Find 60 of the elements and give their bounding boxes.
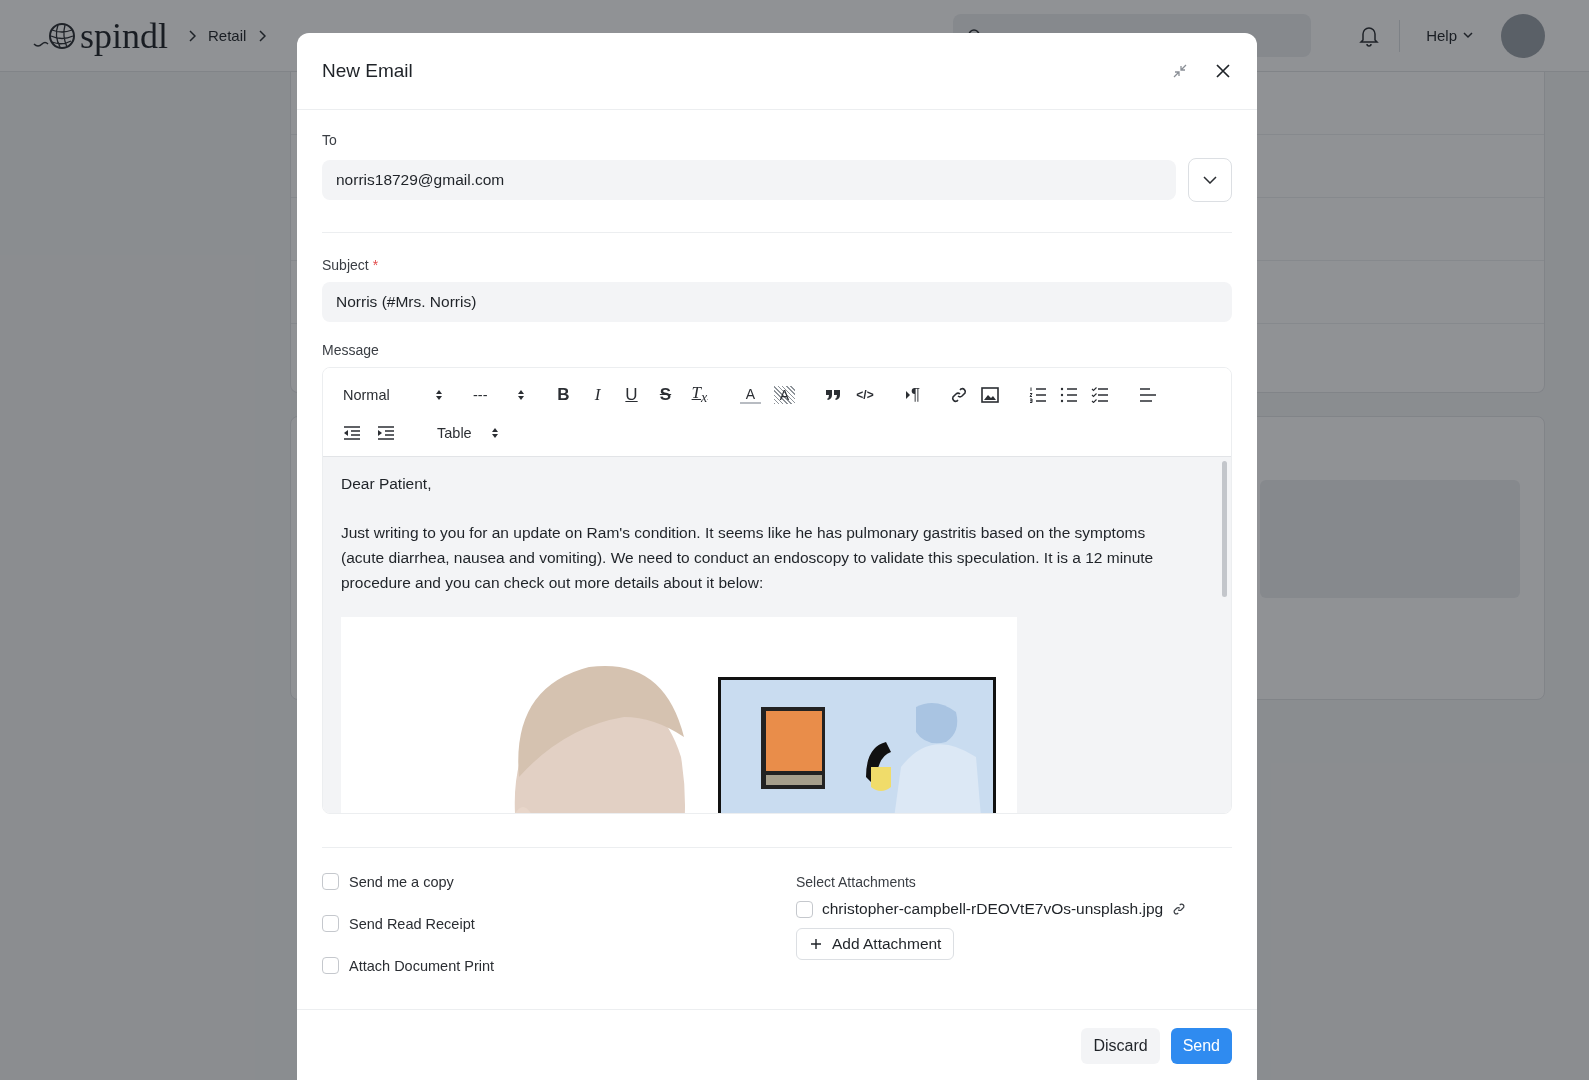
scrollbar[interactable]: [1222, 461, 1227, 597]
checkbox-label: Send Read Receipt: [349, 915, 475, 932]
triangle-icon: [906, 391, 910, 399]
checkbox[interactable]: [796, 900, 813, 918]
required-mark: *: [372, 257, 379, 273]
format-button[interactable]: T$_{x}$: [689, 383, 710, 407]
quote-icon[interactable]: [825, 389, 841, 401]
color-button[interactable]: A: [774, 386, 795, 404]
message-paragraph: Just writing to you for an update on Ram's condition. It seems like he has pulmonary gastritis based on the symptoms (acute diarrhea, nausea and vomiting). We need to conduct an endoscopy to validate this speculation. It is a 12 minute procedure and you can check out more details about it below:: [341, 523, 1155, 593]
message-paragraph: Dear Patient,: [341, 474, 433, 494]
link-icon[interactable]: [1172, 902, 1187, 916]
checkbox[interactable]: [322, 957, 339, 974]
add-attachment-button[interactable]: Add Attachment: [796, 928, 955, 960]
checkbox-label: Attach Document Print: [349, 957, 495, 974]
minimize-icon[interactable]: [1173, 64, 1187, 78]
text-direction-button[interactable]: ¶: [906, 385, 921, 405]
indent-icon[interactable]: [377, 426, 395, 440]
heading-select[interactable]: ---: [473, 387, 525, 403]
sort-arrows-icon: [517, 389, 525, 401]
image-icon[interactable]: [981, 387, 1000, 403]
yarn-ball-icon: [32, 21, 76, 50]
checkbox[interactable]: [322, 873, 339, 890]
breadcrumb-link[interactable]: Retail: [208, 27, 247, 44]
format-button[interactable]: I: [587, 385, 608, 405]
chevron-right-icon: [188, 29, 196, 42]
color-button[interactable]: A: [740, 386, 761, 404]
discard-button[interactable]: Discard: [1081, 1028, 1160, 1064]
dialog-title: New Email: [322, 60, 414, 82]
format-button[interactable]: U: [621, 385, 642, 405]
field-label: Subject: [322, 257, 369, 273]
checklist-icon[interactable]: [1091, 387, 1110, 403]
bullet-list-icon[interactable]: [1060, 387, 1079, 403]
link-icon[interactable]: [950, 386, 969, 404]
field-label: Message: [322, 342, 380, 358]
align-left-icon[interactable]: [1139, 388, 1158, 402]
help-menu[interactable]: Help: [1420, 26, 1479, 45]
format-button[interactable]: B: [553, 385, 574, 405]
plus-icon: [811, 939, 821, 949]
checkbox[interactable]: [322, 915, 339, 932]
table-select[interactable]: Table: [437, 425, 499, 441]
message-editor[interactable]: [323, 457, 1231, 813]
format-button[interactable]: S: [655, 385, 676, 405]
sort-arrows-icon: [491, 427, 499, 439]
chevron-down-icon: [1203, 176, 1217, 184]
logo-text[interactable]: spindl: [80, 14, 168, 57]
bell-icon[interactable]: [1359, 24, 1380, 47]
chevron-down-icon: [1463, 32, 1473, 39]
recipient-field[interactable]: norris18729@gmail.com: [322, 160, 1176, 200]
chevron-right-icon: [258, 29, 267, 42]
subject-field[interactable]: Norris (#Mrs. Norris): [322, 282, 1232, 322]
field-label: To: [322, 132, 338, 148]
sort-arrows-icon: [435, 389, 443, 401]
close-icon[interactable]: [1215, 63, 1231, 79]
outdent-icon[interactable]: [343, 426, 361, 440]
attachment-name: christopher-campbell-rDEOVtE7vOs-unsplash.jpg: [822, 900, 1164, 918]
checkbox-label: Send me a copy: [349, 873, 454, 890]
code-button[interactable]: </>: [854, 388, 876, 402]
numbered-list-icon[interactable]: [1029, 387, 1048, 403]
format-select[interactable]: Normal: [343, 387, 443, 403]
section-label: Select Attachments: [796, 874, 917, 890]
